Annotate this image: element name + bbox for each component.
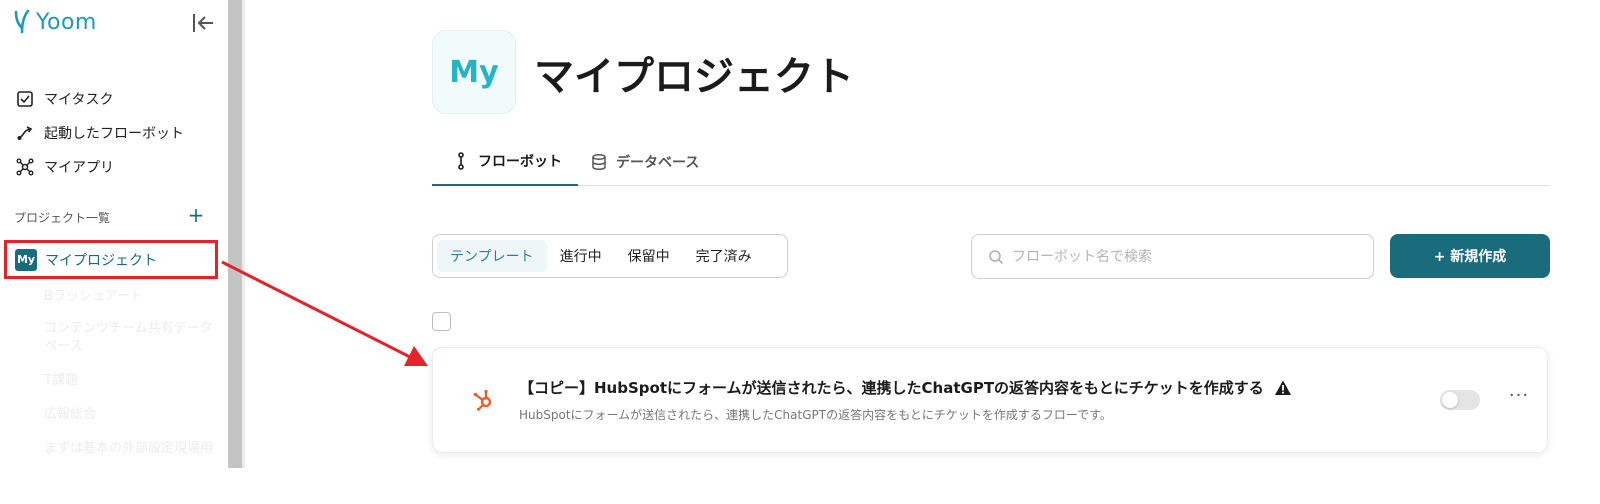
search-box <box>971 234 1374 279</box>
flow-trigger-icon <box>17 126 33 140</box>
more-options-icon[interactable]: ··· <box>1505 384 1533 412</box>
tab-label: フローボット <box>478 154 562 170</box>
flowbot-enable-toggle[interactable] <box>1440 390 1480 410</box>
sidebar-project-item[interactable]: まずは基本の外部設定現場用 <box>44 440 214 458</box>
hubspot-icon <box>473 389 492 411</box>
yoom-logo[interactable]: Yoom <box>12 8 97 36</box>
project-badge: My <box>15 248 37 271</box>
flowbot-search-input[interactable] <box>1012 248 1352 265</box>
sidebar-divider <box>242 0 245 468</box>
tab-database[interactable]: データベース <box>590 138 699 186</box>
flowbot-card[interactable]: 【コピー】HubSpotにフォームが送信されたら、連携したChatGPTの返答内… <box>432 347 1548 453</box>
tab-flowbot[interactable]: フローボット <box>432 138 578 186</box>
tab-label: データベース <box>616 155 700 171</box>
sidebar-project-item[interactable]: コンテンツチーム共有データベース <box>44 320 214 356</box>
collapse-sidebar-icon[interactable] <box>190 10 216 36</box>
sidebar-project-my-project[interactable]: My マイプロジェクト <box>4 240 218 279</box>
project-list-title: プロジェクト一覧 <box>14 211 111 225</box>
sidebar-project-item[interactable]: 広報総合 <box>44 406 214 424</box>
flowbot-title-text: 【コピー】HubSpotにフォームが送信されたら、連携したChatGPTの返答内… <box>519 379 1264 397</box>
filter-completed[interactable]: 完了済み <box>683 240 765 272</box>
nav-my-tasks[interactable]: マイタスク <box>16 89 113 109</box>
sidebar: Yoom マイタスク 起動したフローボット マイアプリ プロジェクト一覧 + M… <box>0 0 228 468</box>
sidebar-project-item[interactable]: Bラッシュアート <box>44 288 214 306</box>
database-icon <box>592 154 606 171</box>
nav-label: 起動したフローボット <box>44 126 184 142</box>
project-name: マイプロジェクト <box>45 252 157 269</box>
yoom-logo-icon <box>14 9 30 34</box>
tab-bar: フローボット データベース <box>432 138 1550 186</box>
flowbot-title[interactable]: 【コピー】HubSpotにフォームが送信されたら、連携したChatGPTの返答内… <box>519 377 1292 398</box>
filter-template[interactable]: テンプレート <box>437 240 547 272</box>
sidebar-project-item[interactable]: T課題 <box>44 372 214 390</box>
checkbox-icon <box>17 91 33 107</box>
nav-my-apps[interactable]: マイアプリ <box>16 157 114 177</box>
nav-label: マイタスク <box>44 92 114 108</box>
new-create-button[interactable]: + 新規作成 <box>1390 234 1550 278</box>
page-title: マイプロジェクト <box>534 54 854 100</box>
logo-text: Yoom <box>36 9 97 35</box>
sidebar-scrollbar[interactable] <box>228 0 242 468</box>
status-filter-group: テンプレート 進行中 保留中 完了済み <box>432 234 788 278</box>
flowbot-icon <box>458 152 464 170</box>
flowbot-description: HubSpotにフォームが送信されたら、連携したChatGPTの返答内容をもとに… <box>519 408 1112 422</box>
add-project-button[interactable]: + <box>186 205 206 225</box>
project-icon: My <box>432 30 516 114</box>
filter-on-hold[interactable]: 保留中 <box>615 240 683 272</box>
search-icon <box>989 249 1004 264</box>
filter-in-progress[interactable]: 進行中 <box>547 240 615 272</box>
apps-network-icon <box>16 158 34 176</box>
nav-label: マイアプリ <box>44 160 114 176</box>
nav-started-flowbots[interactable]: 起動したフローボット <box>16 123 184 143</box>
warning-icon <box>1274 380 1291 395</box>
select-all-checkbox[interactable] <box>432 312 451 331</box>
